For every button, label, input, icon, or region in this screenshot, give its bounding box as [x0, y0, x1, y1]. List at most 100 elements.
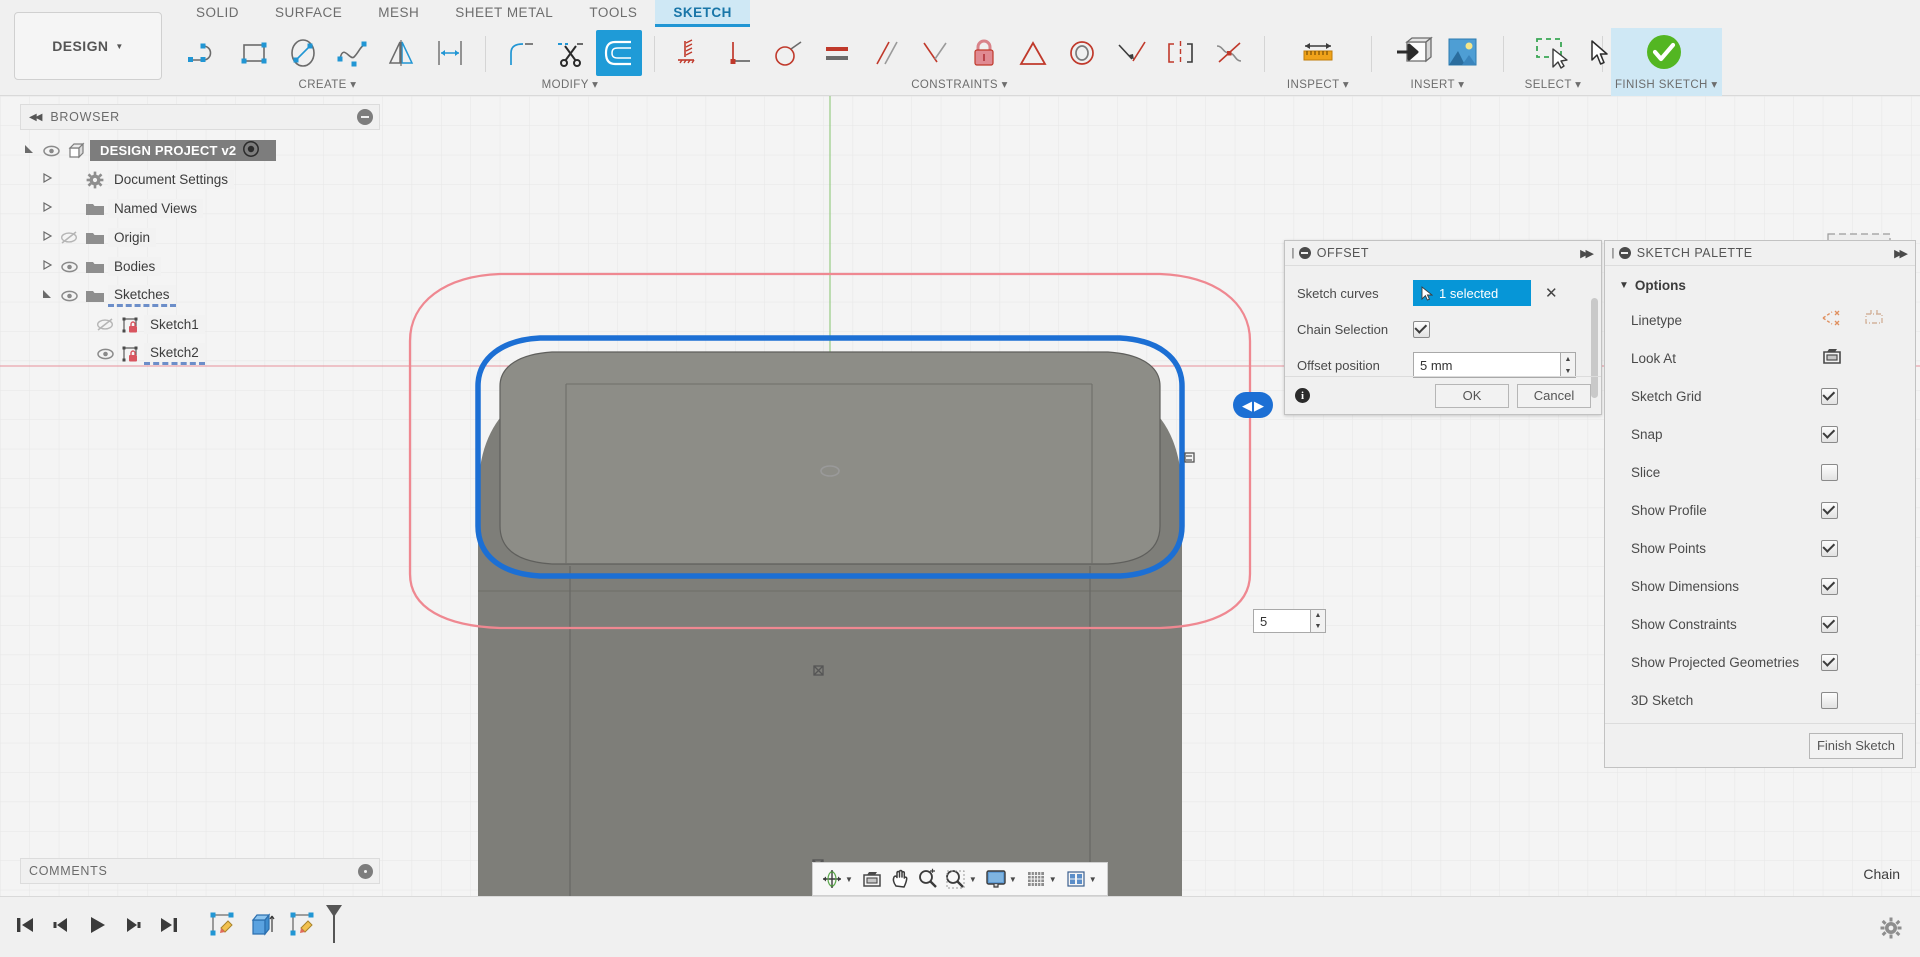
measure-ruler-icon[interactable] — [1295, 29, 1341, 75]
offset-drag-handle[interactable]: ◀ ▶ — [1233, 392, 1273, 418]
visibility-eye-icon[interactable] — [56, 261, 82, 273]
construction-line-icon[interactable] — [1821, 308, 1843, 333]
play-icon[interactable] — [86, 914, 108, 941]
sketch-palette[interactable]: || SKETCH PALETTE ▶▶ ▼ Options Linetype — [1604, 240, 1916, 768]
visibility-off-eye-icon[interactable] — [56, 231, 82, 244]
tab-sheet-metal[interactable]: SHEET METAL — [437, 0, 571, 27]
mirror-icon[interactable] — [378, 30, 424, 76]
workspace-switcher[interactable]: DESIGN ▼ — [14, 12, 162, 80]
sketch-feature-icon[interactable] — [288, 910, 318, 945]
display-settings-icon[interactable] — [983, 865, 1009, 893]
twisty-collapsed-icon[interactable] — [38, 201, 56, 216]
twisty-expanded-icon[interactable] — [20, 143, 38, 158]
concentric-icon[interactable] — [1059, 30, 1105, 76]
expand-right-icon[interactable]: ▶▶ — [1580, 247, 1595, 260]
rectangle-icon[interactable] — [231, 30, 277, 76]
visibility-eye-icon[interactable] — [38, 145, 64, 157]
step-back-icon[interactable] — [50, 914, 72, 941]
visibility-eye-icon[interactable] — [56, 290, 82, 302]
ribbon-group-create-label[interactable]: CREATE ▾ — [182, 78, 473, 96]
tree-node-named-views[interactable]: Named Views — [20, 194, 380, 223]
offset-dialog-header[interactable]: || OFFSET ▶▶ — [1285, 241, 1601, 266]
zoom-magnifier-icon[interactable] — [915, 865, 941, 893]
concentric-triangle-icon[interactable] — [1010, 30, 1056, 76]
twisty-collapsed-icon[interactable] — [38, 259, 56, 274]
sketch-feature-icon[interactable] — [208, 910, 238, 945]
inline-offset-stepper[interactable]: ▲ ▼ — [1311, 609, 1326, 633]
tree-node-document-settings[interactable]: Document Settings — [20, 165, 380, 194]
ribbon-group-select-label[interactable]: SELECT ▾ — [1516, 78, 1590, 96]
perpendicular-icon[interactable] — [716, 30, 762, 76]
insert-image-icon[interactable] — [1439, 29, 1485, 75]
finish-sketch-button[interactable]: Finish Sketch — [1809, 732, 1903, 759]
midpoint-icon[interactable] — [912, 30, 958, 76]
chevron-down-icon[interactable]: ▼ — [969, 875, 977, 884]
horizontal-vertical-icon[interactable] — [667, 30, 713, 76]
spline-icon[interactable] — [329, 30, 375, 76]
offset-icon[interactable] — [596, 30, 642, 76]
tree-node-sketch2[interactable]: Sketch2 — [20, 339, 380, 368]
tab-surface[interactable]: SURFACE — [257, 0, 360, 27]
inline-offset-input[interactable]: 5 — [1253, 609, 1311, 633]
3d-sketch-checkbox[interactable] — [1821, 691, 1838, 709]
tree-node-origin[interactable]: Origin — [20, 223, 380, 252]
cancel-button[interactable]: Cancel — [1517, 383, 1591, 408]
tab-sketch[interactable]: SKETCH — [655, 0, 750, 27]
trim-scissors-icon[interactable] — [547, 30, 593, 76]
orbit-icon[interactable] — [819, 865, 845, 893]
twisty-expanded-icon[interactable] — [38, 288, 56, 303]
go-to-end-icon[interactable] — [158, 914, 180, 941]
chevron-down-icon[interactable]: ▼ — [1049, 875, 1057, 884]
stepper-up[interactable]: ▲ — [1311, 610, 1325, 621]
drag-grip-icon[interactable]: || — [1611, 247, 1614, 259]
tree-node-bodies[interactable]: Bodies — [20, 252, 380, 281]
ribbon-group-finish-sketch[interactable]: FINISH SKETCH ▾ — [1611, 28, 1722, 96]
close-x-icon[interactable]: ✕ — [1545, 284, 1558, 302]
step-forward-icon[interactable] — [122, 914, 144, 941]
activate-target-icon[interactable] — [242, 140, 260, 161]
minimize-icon[interactable] — [1618, 247, 1631, 259]
show-constraints-checkbox[interactable] — [1821, 615, 1838, 633]
ok-button[interactable]: OK — [1435, 383, 1509, 408]
inline-offset-input-group[interactable]: 5 ▲ ▼ — [1253, 609, 1326, 633]
fillet-icon[interactable] — [498, 30, 544, 76]
stepper-down[interactable]: ▼ — [1311, 621, 1325, 632]
show-profile-checkbox[interactable] — [1821, 501, 1838, 519]
dimension-icon[interactable] — [427, 30, 473, 76]
curvature-icon[interactable] — [1206, 30, 1252, 76]
ribbon-group-constraints-label[interactable]: CONSTRAINTS ▾ — [667, 78, 1252, 96]
circle-diameter-icon[interactable] — [280, 30, 326, 76]
tab-solid[interactable]: SOLID — [178, 0, 257, 27]
offset-position-stepper[interactable]: ▲ ▼ — [1561, 352, 1576, 378]
line-icon[interactable] — [182, 30, 228, 76]
slice-checkbox[interactable] — [1821, 463, 1838, 481]
tangent-icon[interactable] — [765, 30, 811, 76]
sketch-curves-selection[interactable]: 1 selected — [1413, 280, 1531, 306]
expand-right-icon[interactable]: ▶▶ — [1894, 247, 1909, 260]
sketch-grid-checkbox[interactable] — [1821, 387, 1838, 405]
tree-node-design-project[interactable]: DESIGN PROJECT v2 — [20, 136, 380, 165]
insert-derive-icon[interactable] — [1390, 29, 1436, 75]
show-projected-geometries-checkbox[interactable] — [1821, 653, 1838, 671]
select-window-icon[interactable] — [1530, 29, 1576, 75]
timeline-marker[interactable] — [322, 903, 346, 952]
show-dimensions-checkbox[interactable] — [1821, 577, 1838, 595]
browser-collapse-button[interactable] — [357, 109, 373, 125]
add-comment-icon[interactable] — [358, 863, 373, 879]
chevron-down-icon[interactable]: ▼ — [1009, 875, 1017, 884]
parallel-icon[interactable] — [863, 30, 909, 76]
show-points-checkbox[interactable] — [1821, 539, 1838, 557]
equal-icon[interactable] — [814, 30, 860, 76]
chain-selection-checkbox[interactable] — [1413, 320, 1430, 338]
stepper-up[interactable]: ▲ — [1561, 353, 1575, 365]
tree-node-sketch1[interactable]: Sketch1 — [20, 310, 380, 339]
viewports-icon[interactable] — [1063, 865, 1089, 893]
visibility-eye-icon[interactable] — [92, 348, 118, 360]
twisty-collapsed-icon[interactable] — [38, 172, 56, 187]
tab-mesh[interactable]: MESH — [360, 0, 437, 27]
visibility-off-eye-icon[interactable] — [92, 318, 118, 331]
symmetry-icon[interactable] — [1157, 30, 1203, 76]
zoom-window-icon[interactable] — [943, 865, 969, 893]
ribbon-group-inspect-label[interactable]: INSPECT ▾ — [1277, 78, 1359, 96]
chevron-down-icon[interactable]: ▼ — [1089, 875, 1097, 884]
